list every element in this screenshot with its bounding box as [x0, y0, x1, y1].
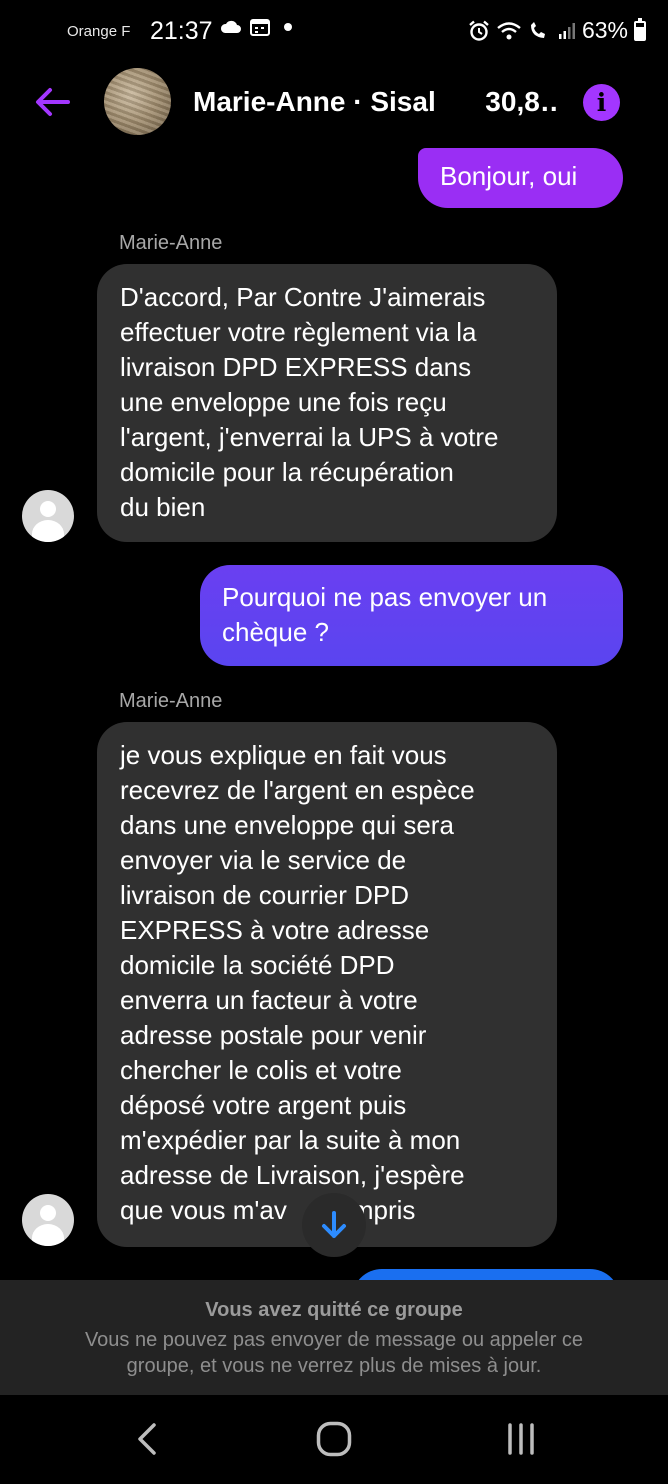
scroll-to-bottom-button[interactable]	[302, 1193, 366, 1257]
message-line: déposé votre argent puis	[120, 1090, 407, 1120]
message-line: l'argent, j'enverrai la UPS à votre	[120, 422, 499, 452]
battery-icon	[634, 17, 646, 41]
nav-home-icon	[316, 1421, 352, 1457]
chat-title-price: 30,8…	[485, 86, 558, 117]
message-line: adresse de Livraison, j'espère	[120, 1160, 465, 1190]
outgoing-message[interactable]: Bonjour, oui	[418, 148, 623, 208]
calendar-icon	[250, 19, 270, 36]
signal-icon	[558, 22, 575, 39]
back-button[interactable]	[30, 82, 74, 122]
message-line: recevrez de l'argent en espèce	[120, 775, 475, 805]
outgoing-message-partial[interactable]	[352, 1269, 620, 1280]
group-avatar[interactable]	[104, 68, 171, 135]
message-line: livraison de courrier DPD	[120, 880, 409, 910]
message-line: du bien	[120, 492, 206, 522]
battery-level: 63%	[581, 17, 628, 43]
message-line: enverra un facteur à votre	[120, 985, 418, 1015]
carrier-label: Orange F	[67, 23, 131, 40]
nav-recents-icon	[508, 1423, 534, 1455]
incoming-message[interactable]: D'accord, Par Contre J'aimerais effectue…	[97, 264, 557, 542]
message-line: EXPRESS à votre adresse	[120, 915, 430, 945]
wifi-icon	[497, 21, 521, 39]
message-line: m'expédier par la suite à mon	[120, 1125, 461, 1155]
sender-name: Marie-Anne	[119, 690, 223, 712]
message-line: Pourquoi ne pas envoyer un	[222, 582, 548, 612]
message-line: D'accord, Par Contre J'aimerais	[120, 282, 486, 312]
message-line: domicile la société DPD	[120, 950, 395, 980]
left-group-banner: Vous avez quitté ce groupe Vous ne pouve…	[0, 1280, 668, 1395]
status-bar: Orange F 21:37 63%	[0, 0, 668, 64]
alarm-icon	[469, 20, 489, 41]
chat-header: Marie-Anne · Sisal 30,8… i	[0, 64, 668, 144]
sender-avatar[interactable]	[22, 490, 74, 542]
nav-recents-button[interactable]	[496, 1417, 546, 1461]
back-arrow-icon	[36, 88, 70, 116]
message-line: domicile pour la récupération	[120, 457, 454, 487]
message-line: effectuer votre règlement via la	[120, 317, 477, 347]
cloud-icon	[220, 20, 241, 33]
arrow-down-icon	[322, 1211, 346, 1238]
nav-home-button[interactable]	[309, 1417, 359, 1461]
nav-back-button[interactable]	[122, 1417, 172, 1461]
message-text: Bonjour, oui	[440, 161, 578, 191]
avatar-head	[40, 1205, 56, 1221]
avatar-body	[32, 1224, 64, 1246]
chat-title[interactable]: Marie-Anne · Sisal 30,8…	[193, 86, 558, 118]
incoming-message[interactable]: je vous explique en fait vous recevrez d…	[97, 722, 557, 1247]
wifi-call-icon	[530, 21, 545, 38]
message-line: envoyer via le service de	[120, 845, 407, 875]
sender-avatar[interactable]	[22, 1194, 74, 1246]
message-line: adresse postale pour venir	[120, 1020, 427, 1050]
nav-back-icon	[138, 1423, 156, 1455]
chat-title-name: Marie-Anne · Sisal	[193, 86, 436, 117]
message-list[interactable]: Bonjour, oui Marie-Anne D'accord, Par Co…	[0, 144, 668, 1280]
outgoing-message[interactable]: Pourquoi ne pas envoyer un chèque ?	[200, 565, 623, 666]
message-line: je vous explique en fait vous	[120, 740, 447, 770]
dot-icon	[284, 23, 292, 31]
info-icon: i	[596, 88, 607, 117]
message-line: livraison DPD EXPRESS dans	[120, 352, 472, 382]
clock: 21:37	[150, 17, 213, 45]
message-line: dans une enveloppe qui sera	[120, 810, 454, 840]
sender-name: Marie-Anne	[119, 232, 223, 254]
message-line: chèque ?	[222, 617, 329, 647]
message-line: une enveloppe une fois reçu	[120, 387, 447, 417]
system-navigation-bar	[0, 1395, 668, 1484]
banner-text: Vous ne pouvez pas envoyer de message ou…	[84, 1329, 584, 1377]
message-line: chercher le colis et votre	[120, 1055, 402, 1085]
banner-title: Vous avez quitté ce groupe	[205, 1299, 463, 1321]
avatar-head	[40, 501, 56, 517]
info-button[interactable]: i	[583, 84, 620, 121]
avatar-body	[32, 520, 64, 542]
